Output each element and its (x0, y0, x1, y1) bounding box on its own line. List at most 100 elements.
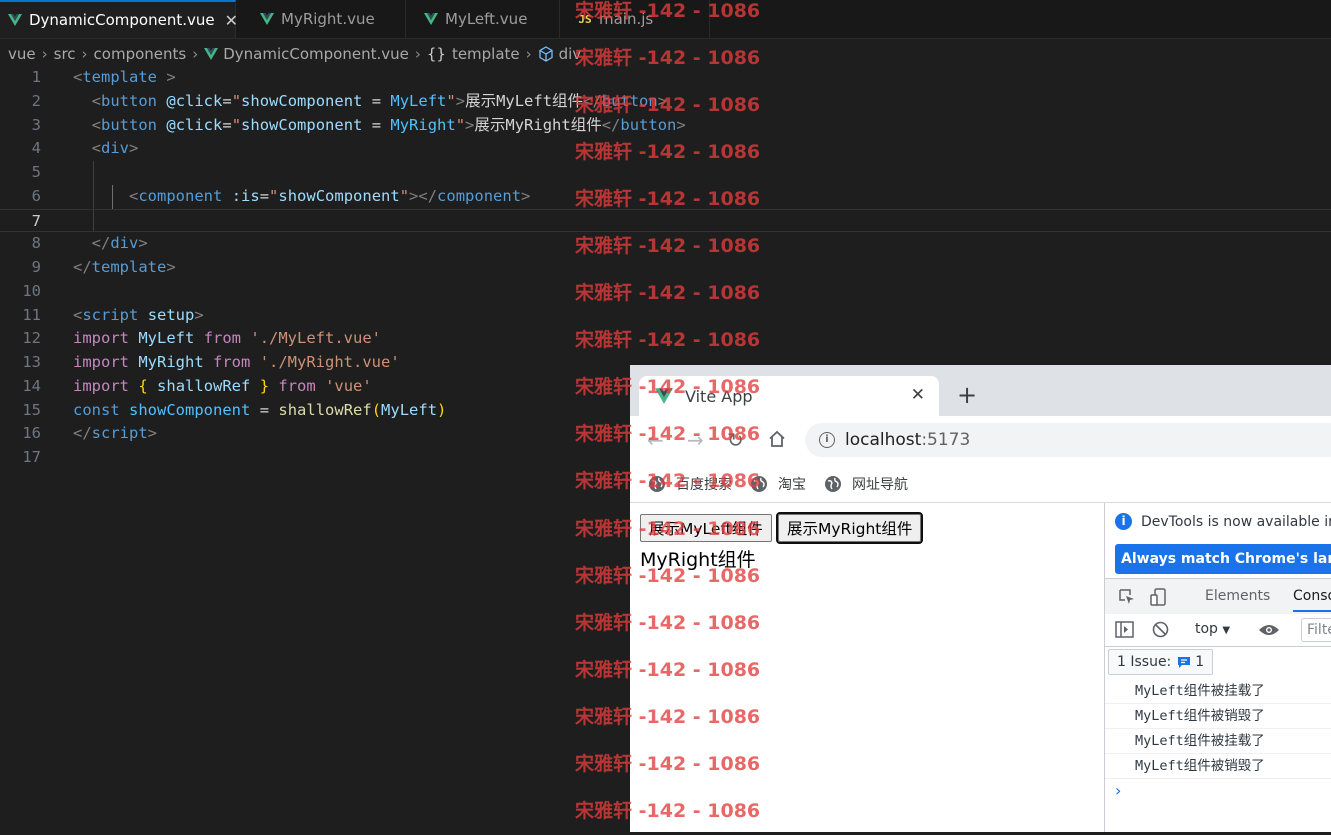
device-toggle-icon[interactable] (1149, 587, 1169, 607)
code-line: 11 <script setup> (0, 304, 1331, 328)
tab-dynamic-component[interactable]: DynamicComponent.vue ✕ (0, 0, 238, 38)
globe-icon (750, 475, 768, 493)
devtools-notice-text: DevTools is now available in C (1141, 513, 1331, 530)
line-number: 1 (31, 68, 41, 86)
line-number: 6 (31, 186, 41, 205)
line-number: 9 (31, 258, 41, 276)
line-number: 12 (22, 329, 41, 348)
devtools-tab-bar: Elements Conso (1105, 578, 1331, 615)
issues-label: 1 Issue: (1117, 654, 1172, 670)
console-message: MyLeft组件被销毁了 (1105, 754, 1331, 779)
line-number: 3 (31, 115, 41, 134)
js-file-icon: JS (578, 12, 592, 26)
code-line: 9 </template> (0, 256, 1331, 280)
breadcrumb: vue › src › components › DynamicComponen… (8, 43, 581, 65)
breadcrumb-item[interactable]: components (94, 45, 187, 63)
clear-console-icon[interactable] (1152, 621, 1169, 638)
console-prompt-icon[interactable]: › (1105, 779, 1331, 803)
line-number: 10 (22, 281, 41, 300)
bookmark-item[interactable]: 淘宝 (750, 474, 806, 494)
inspect-element-icon[interactable] (1117, 587, 1137, 607)
new-tab-icon[interactable]: + (957, 383, 977, 407)
breadcrumb-item[interactable]: src (54, 45, 76, 63)
tab-label: main.js (599, 10, 654, 28)
line-number: 8 (31, 234, 41, 253)
vue-file-icon (424, 12, 438, 26)
code-text: </script> (73, 424, 158, 443)
bookmark-item[interactable]: 网址导航 (824, 474, 908, 494)
eye-icon[interactable] (1258, 623, 1280, 637)
info-icon[interactable]: i (819, 432, 835, 448)
message-icon (1177, 656, 1191, 669)
code-line: 2 <button @click="showComponent = MyLeft… (0, 90, 1331, 114)
vue-file-icon (260, 12, 274, 26)
bookmarks-bar: 百度搜索 淘宝 网址导航 (630, 466, 1331, 503)
info-icon: i (1115, 513, 1132, 530)
breadcrumb-item[interactable]: template (452, 45, 520, 63)
dropdown-arrow-icon: ▼ (1222, 625, 1231, 636)
home-icon[interactable] (767, 429, 787, 454)
breadcrumb-item[interactable]: vue (8, 45, 36, 63)
tab-label: MyRight.vue (281, 10, 375, 28)
console-message: MyLeft组件被挂载了 (1105, 679, 1331, 704)
line-number: 7 (31, 211, 41, 230)
chevron-right-icon: › (41, 45, 48, 63)
breadcrumb-item[interactable]: div (559, 45, 582, 63)
context-label: top (1195, 621, 1218, 637)
issues-badge[interactable]: 1 Issue: 1 (1108, 649, 1214, 675)
close-icon[interactable]: ✕ (911, 385, 925, 405)
line-number: 17 (22, 448, 41, 466)
console-message: MyLeft组件被挂载了 (1105, 729, 1331, 754)
code-text: import MyRight from './MyRight.vue' (73, 353, 400, 371)
line-number: 4 (31, 139, 41, 158)
context-selector[interactable]: top ▼ (1195, 621, 1230, 637)
code-text: <template > (73, 68, 176, 86)
match-language-button[interactable]: Always match Chrome's langua (1115, 544, 1331, 574)
tab-console[interactable]: Conso (1293, 588, 1331, 612)
code-text: </div> (91, 234, 148, 253)
tab-myleft[interactable]: MyLeft.vue (406, 0, 560, 38)
url-port: :5173 (921, 430, 971, 450)
tab-elements[interactable]: Elements (1205, 588, 1270, 604)
code-text: <button @click="showComponent = MyLeft">… (91, 91, 668, 110)
bookmark-item[interactable]: 百度搜索 (648, 474, 732, 494)
braces-icon: {} (426, 45, 446, 63)
show-myright-button[interactable]: 展示MyRight组件 (775, 512, 924, 544)
bookmark-label: 网址导航 (852, 477, 908, 493)
code-text: </template> (73, 258, 176, 276)
page-viewport: 展示MyLeft组件 展示MyRight组件 MyRight组件 (630, 503, 1104, 832)
tab-label: DynamicComponent.vue (29, 11, 215, 29)
back-icon[interactable]: ← (647, 428, 664, 452)
vue-file-icon (8, 13, 22, 27)
show-myleft-button[interactable]: 展示MyLeft组件 (640, 514, 772, 542)
url-host: localhost (845, 430, 922, 450)
address-bar[interactable]: i localhost:5173 (805, 423, 1331, 457)
line-number: 11 (22, 305, 41, 324)
browser-tab[interactable]: Vite App ✕ (639, 376, 939, 416)
tab-main-js[interactable]: JS main.js (560, 0, 710, 38)
line-number: 2 (31, 91, 41, 110)
line-number: 14 (22, 376, 41, 395)
breadcrumb-item[interactable]: DynamicComponent.vue (223, 45, 409, 63)
code-text: import MyLeft from './MyLeft.vue' (73, 329, 382, 348)
devtools-panel: i DevTools is now available in C Always … (1104, 503, 1331, 832)
reload-icon[interactable]: ↻ (727, 428, 744, 452)
code-line: 5 (0, 161, 1331, 185)
console-filter-bar: top ▼ Filte (1105, 614, 1331, 647)
cube-icon (538, 46, 554, 62)
forward-icon[interactable]: → (687, 428, 704, 452)
browser-toolbar: ← → ↻ i localhost:5173 (630, 416, 1331, 466)
sidebar-toggle-icon[interactable] (1115, 621, 1134, 638)
chevron-right-icon: › (525, 45, 532, 63)
console-filter-input[interactable]: Filte (1301, 618, 1331, 642)
line-number: 16 (22, 424, 41, 443)
chevron-right-icon: › (414, 45, 421, 63)
devtools-notice: i DevTools is now available in C (1115, 513, 1331, 530)
code-line: 1 <template > (0, 66, 1331, 90)
code-line: 6 <component :is="showComponent"></compo… (0, 184, 1331, 209)
code-text: <div> (91, 139, 139, 158)
code-text: <component :is="showComponent"></compone… (129, 186, 531, 205)
tab-myright[interactable]: MyRight.vue (236, 0, 406, 38)
code-text: <button @click="showComponent = MyRight"… (91, 115, 686, 134)
code-text: const showComponent = shallowRef(MyLeft) (73, 400, 447, 419)
